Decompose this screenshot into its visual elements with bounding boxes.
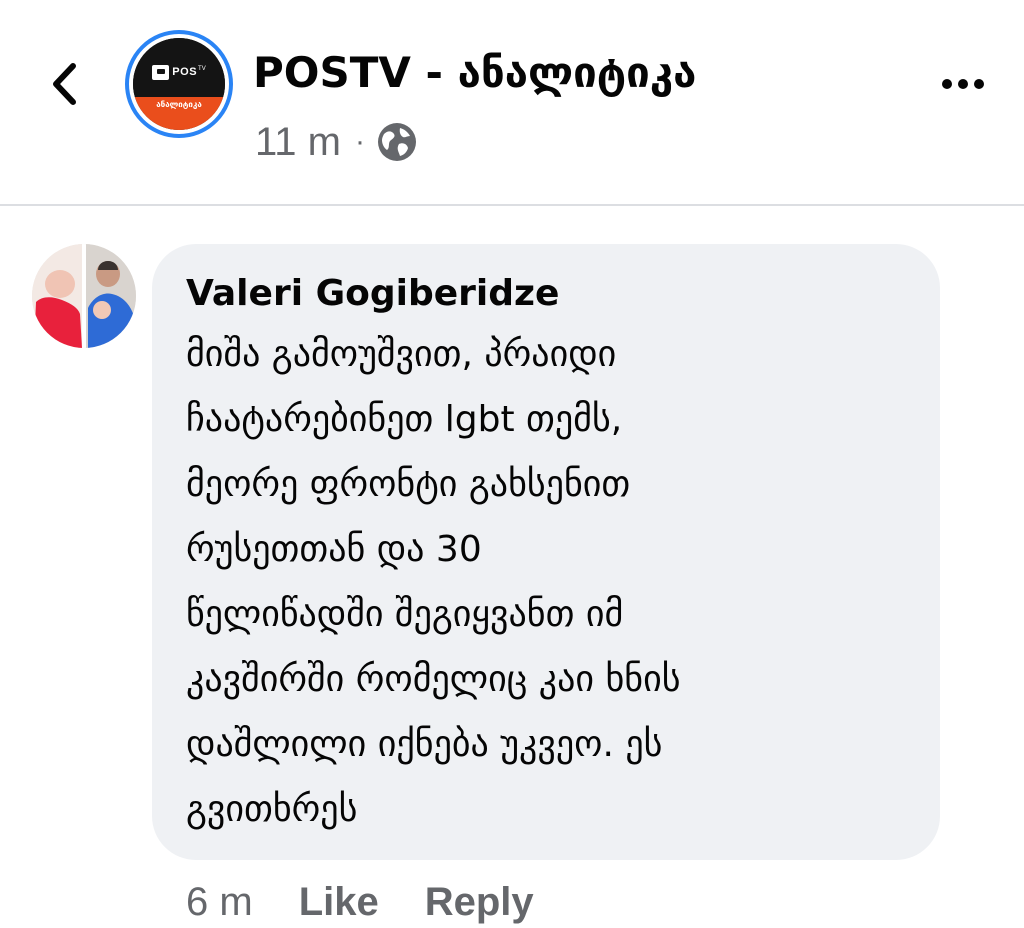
comment-line: ჩაატარებინეთ lgbt თემს, xyxy=(186,399,623,440)
globe-icon xyxy=(377,123,416,161)
post-meta: 11 m · xyxy=(255,118,419,166)
comment-text: მიშა გამოუშვით, პრაიდი ჩაატარებინეთ lgbt… xyxy=(186,322,910,842)
back-button[interactable] xyxy=(40,58,88,110)
comment-time[interactable]: 6 m xyxy=(186,876,253,928)
more-options-button[interactable] xyxy=(935,62,991,106)
logo-mark-icon xyxy=(152,64,170,80)
meta-separator: · xyxy=(354,125,365,158)
chevron-left-icon xyxy=(53,63,76,105)
comment-line: დაშლილი იქნება უკვეო. ეს xyxy=(186,724,663,765)
like-button[interactable]: Like xyxy=(299,876,379,928)
logo-superscript: TV xyxy=(198,66,206,73)
header-divider xyxy=(0,204,1024,206)
comment-actions: 6 m Like Reply xyxy=(186,876,534,928)
comment-line: რუსეთთან და 30 xyxy=(186,529,482,570)
commenter-avatar[interactable] xyxy=(32,244,136,348)
comment-line: მეორე ფრონტი გახსენით xyxy=(186,464,631,505)
avatar-photo xyxy=(32,244,136,348)
comment-line: წელიწადში შეგიყვანთ იმ xyxy=(186,594,624,635)
post-comment-view: POS TV ანალიტიკა POSTV - ანალიტიკა 11 m … xyxy=(0,0,1024,928)
comment-line: კავშირში რომელიც კაი ხნის xyxy=(186,659,681,700)
comment-line: მიშა გამოუშვით, პრაიდი xyxy=(186,334,617,375)
comment-bubble: Valeri Gogiberidze მიშა გამოუშვით, პრაიდ… xyxy=(152,244,940,860)
logo-text: POS xyxy=(172,66,198,79)
commenter-name[interactable]: Valeri Gogiberidze xyxy=(186,270,910,318)
page-logo: POS TV ანალიტიკა xyxy=(133,38,225,130)
comment-line: გვითხრეს xyxy=(186,789,358,830)
post-time[interactable]: 11 m xyxy=(255,118,341,166)
page-avatar[interactable]: POS TV ანალიტიკა xyxy=(125,30,233,138)
page-name[interactable]: POSTV - ანალიტიკა xyxy=(253,46,696,100)
reply-button[interactable]: Reply xyxy=(425,876,534,928)
more-horizontal-icon xyxy=(942,79,952,89)
logo-subtitle: ანალიტიკა xyxy=(156,99,202,109)
